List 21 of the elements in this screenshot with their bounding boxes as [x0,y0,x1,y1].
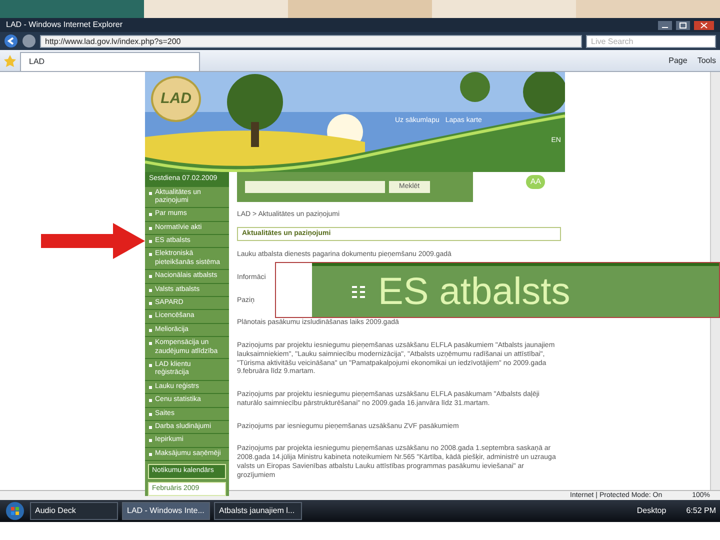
star-icon[interactable] [4,54,16,66]
toolbar-menu[interactable]: Tools [697,54,716,66]
callout-text: ES atbalsts [378,272,570,310]
text-size-button[interactable]: AA [526,175,545,189]
taskbar-button[interactable]: Atbalsts jaunajiem l... [214,502,302,520]
search-field[interactable]: Live Search [586,34,716,48]
site-search-field[interactable] [245,181,385,193]
toolbar-menu[interactable]: Page [668,54,688,66]
bullet-icon [352,286,366,298]
window-title: LAD - Windows Internet Explorer [6,19,122,31]
address-field[interactable]: http://www.lad.gov.lv/index.php?s=200 [40,34,582,48]
taskbar-button[interactable]: LAD - Windows Inte... [122,502,210,520]
browser-tab[interactable]: LAD [20,52,200,71]
maximize-icon[interactable] [676,20,690,30]
close-icon[interactable] [694,20,714,30]
taskbar-button[interactable]: Audio Deck [30,502,118,520]
start-button[interactable] [4,501,26,521]
back-icon[interactable] [4,34,18,48]
minimize-icon[interactable] [658,20,672,30]
desktop-toolbar[interactable]: Desktop [636,505,666,517]
clock: 6:52 PM [686,505,716,517]
